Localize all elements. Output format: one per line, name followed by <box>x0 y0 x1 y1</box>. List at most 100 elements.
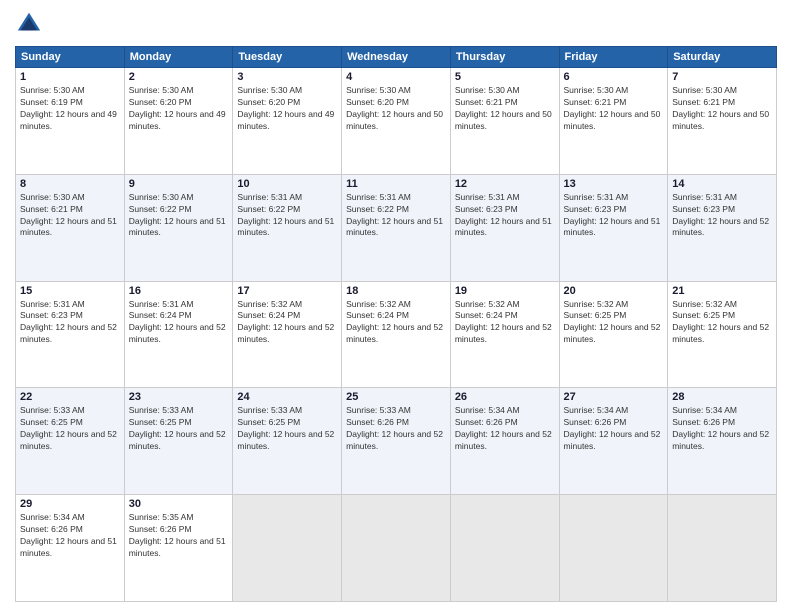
day-info: Sunrise: 5:34 AM Sunset: 6:26 PM Dayligh… <box>564 405 664 453</box>
calendar-day-cell: 27 Sunrise: 5:34 AM Sunset: 6:26 PM Dayl… <box>559 388 668 495</box>
calendar-day-cell: 6 Sunrise: 5:30 AM Sunset: 6:21 PM Dayli… <box>559 68 668 175</box>
calendar-day-cell: 9 Sunrise: 5:30 AM Sunset: 6:22 PM Dayli… <box>124 174 233 281</box>
day-info: Sunrise: 5:31 AM Sunset: 6:23 PM Dayligh… <box>20 299 120 347</box>
day-info: Sunrise: 5:35 AM Sunset: 6:26 PM Dayligh… <box>129 512 229 560</box>
day-info: Sunrise: 5:30 AM Sunset: 6:21 PM Dayligh… <box>564 85 664 133</box>
day-info: Sunrise: 5:33 AM Sunset: 6:26 PM Dayligh… <box>346 405 446 453</box>
calendar-day-cell: 2 Sunrise: 5:30 AM Sunset: 6:20 PM Dayli… <box>124 68 233 175</box>
calendar-day-cell: 1 Sunrise: 5:30 AM Sunset: 6:19 PM Dayli… <box>16 68 125 175</box>
calendar-day-cell <box>559 495 668 602</box>
calendar-week-row: 29 Sunrise: 5:34 AM Sunset: 6:26 PM Dayl… <box>16 495 777 602</box>
day-number: 24 <box>237 391 337 403</box>
calendar-day-cell: 22 Sunrise: 5:33 AM Sunset: 6:25 PM Dayl… <box>16 388 125 495</box>
calendar-day-cell <box>668 495 777 602</box>
calendar-day-cell: 5 Sunrise: 5:30 AM Sunset: 6:21 PM Dayli… <box>450 68 559 175</box>
day-number: 19 <box>455 285 555 297</box>
day-info: Sunrise: 5:30 AM Sunset: 6:21 PM Dayligh… <box>20 192 120 240</box>
day-info: Sunrise: 5:34 AM Sunset: 6:26 PM Dayligh… <box>20 512 120 560</box>
day-info: Sunrise: 5:31 AM Sunset: 6:22 PM Dayligh… <box>346 192 446 240</box>
day-info: Sunrise: 5:33 AM Sunset: 6:25 PM Dayligh… <box>237 405 337 453</box>
calendar-day-cell: 15 Sunrise: 5:31 AM Sunset: 6:23 PM Dayl… <box>16 281 125 388</box>
day-info: Sunrise: 5:32 AM Sunset: 6:25 PM Dayligh… <box>672 299 772 347</box>
day-info: Sunrise: 5:30 AM Sunset: 6:20 PM Dayligh… <box>129 85 229 133</box>
logo <box>15 10 47 38</box>
day-number: 25 <box>346 391 446 403</box>
header <box>15 10 777 38</box>
calendar-day-cell <box>342 495 451 602</box>
day-info: Sunrise: 5:33 AM Sunset: 6:25 PM Dayligh… <box>129 405 229 453</box>
day-number: 2 <box>129 71 229 83</box>
weekday-header: Friday <box>559 47 668 68</box>
day-number: 4 <box>346 71 446 83</box>
day-number: 7 <box>672 71 772 83</box>
day-info: Sunrise: 5:32 AM Sunset: 6:24 PM Dayligh… <box>237 299 337 347</box>
day-info: Sunrise: 5:30 AM Sunset: 6:22 PM Dayligh… <box>129 192 229 240</box>
weekday-header: Monday <box>124 47 233 68</box>
logo-icon <box>15 10 43 38</box>
day-number: 28 <box>672 391 772 403</box>
weekday-header: Saturday <box>668 47 777 68</box>
day-number: 16 <box>129 285 229 297</box>
day-number: 26 <box>455 391 555 403</box>
day-number: 6 <box>564 71 664 83</box>
calendar-header-row: SundayMondayTuesdayWednesdayThursdayFrid… <box>16 47 777 68</box>
calendar-day-cell: 23 Sunrise: 5:33 AM Sunset: 6:25 PM Dayl… <box>124 388 233 495</box>
day-info: Sunrise: 5:31 AM Sunset: 6:24 PM Dayligh… <box>129 299 229 347</box>
calendar-day-cell: 3 Sunrise: 5:30 AM Sunset: 6:20 PM Dayli… <box>233 68 342 175</box>
weekday-header: Wednesday <box>342 47 451 68</box>
day-info: Sunrise: 5:30 AM Sunset: 6:20 PM Dayligh… <box>346 85 446 133</box>
day-number: 30 <box>129 498 229 510</box>
weekday-header: Thursday <box>450 47 559 68</box>
day-number: 1 <box>20 71 120 83</box>
day-number: 22 <box>20 391 120 403</box>
calendar-day-cell: 17 Sunrise: 5:32 AM Sunset: 6:24 PM Dayl… <box>233 281 342 388</box>
calendar-day-cell: 26 Sunrise: 5:34 AM Sunset: 6:26 PM Dayl… <box>450 388 559 495</box>
calendar-week-row: 8 Sunrise: 5:30 AM Sunset: 6:21 PM Dayli… <box>16 174 777 281</box>
calendar-day-cell: 8 Sunrise: 5:30 AM Sunset: 6:21 PM Dayli… <box>16 174 125 281</box>
day-info: Sunrise: 5:34 AM Sunset: 6:26 PM Dayligh… <box>672 405 772 453</box>
calendar-day-cell: 12 Sunrise: 5:31 AM Sunset: 6:23 PM Dayl… <box>450 174 559 281</box>
day-number: 5 <box>455 71 555 83</box>
calendar-day-cell: 20 Sunrise: 5:32 AM Sunset: 6:25 PM Dayl… <box>559 281 668 388</box>
day-info: Sunrise: 5:32 AM Sunset: 6:25 PM Dayligh… <box>564 299 664 347</box>
day-info: Sunrise: 5:30 AM Sunset: 6:20 PM Dayligh… <box>237 85 337 133</box>
calendar-week-row: 1 Sunrise: 5:30 AM Sunset: 6:19 PM Dayli… <box>16 68 777 175</box>
day-info: Sunrise: 5:31 AM Sunset: 6:23 PM Dayligh… <box>672 192 772 240</box>
page: SundayMondayTuesdayWednesdayThursdayFrid… <box>0 0 792 612</box>
day-info: Sunrise: 5:31 AM Sunset: 6:22 PM Dayligh… <box>237 192 337 240</box>
day-number: 13 <box>564 178 664 190</box>
calendar-day-cell: 11 Sunrise: 5:31 AM Sunset: 6:22 PM Dayl… <box>342 174 451 281</box>
calendar-day-cell: 21 Sunrise: 5:32 AM Sunset: 6:25 PM Dayl… <box>668 281 777 388</box>
calendar-day-cell: 19 Sunrise: 5:32 AM Sunset: 6:24 PM Dayl… <box>450 281 559 388</box>
calendar-day-cell: 10 Sunrise: 5:31 AM Sunset: 6:22 PM Dayl… <box>233 174 342 281</box>
day-number: 14 <box>672 178 772 190</box>
day-number: 9 <box>129 178 229 190</box>
calendar-day-cell: 28 Sunrise: 5:34 AM Sunset: 6:26 PM Dayl… <box>668 388 777 495</box>
day-info: Sunrise: 5:31 AM Sunset: 6:23 PM Dayligh… <box>564 192 664 240</box>
calendar-day-cell: 30 Sunrise: 5:35 AM Sunset: 6:26 PM Dayl… <box>124 495 233 602</box>
day-number: 11 <box>346 178 446 190</box>
day-number: 17 <box>237 285 337 297</box>
day-number: 3 <box>237 71 337 83</box>
calendar-week-row: 15 Sunrise: 5:31 AM Sunset: 6:23 PM Dayl… <box>16 281 777 388</box>
day-info: Sunrise: 5:32 AM Sunset: 6:24 PM Dayligh… <box>346 299 446 347</box>
day-number: 21 <box>672 285 772 297</box>
calendar-day-cell: 14 Sunrise: 5:31 AM Sunset: 6:23 PM Dayl… <box>668 174 777 281</box>
day-number: 12 <box>455 178 555 190</box>
day-info: Sunrise: 5:32 AM Sunset: 6:24 PM Dayligh… <box>455 299 555 347</box>
day-number: 15 <box>20 285 120 297</box>
weekday-header: Tuesday <box>233 47 342 68</box>
calendar-day-cell: 7 Sunrise: 5:30 AM Sunset: 6:21 PM Dayli… <box>668 68 777 175</box>
calendar-day-cell <box>450 495 559 602</box>
calendar-table: SundayMondayTuesdayWednesdayThursdayFrid… <box>15 46 777 602</box>
calendar-week-row: 22 Sunrise: 5:33 AM Sunset: 6:25 PM Dayl… <box>16 388 777 495</box>
day-info: Sunrise: 5:34 AM Sunset: 6:26 PM Dayligh… <box>455 405 555 453</box>
day-info: Sunrise: 5:30 AM Sunset: 6:19 PM Dayligh… <box>20 85 120 133</box>
calendar-day-cell: 24 Sunrise: 5:33 AM Sunset: 6:25 PM Dayl… <box>233 388 342 495</box>
day-number: 29 <box>20 498 120 510</box>
calendar-day-cell: 4 Sunrise: 5:30 AM Sunset: 6:20 PM Dayli… <box>342 68 451 175</box>
day-number: 18 <box>346 285 446 297</box>
calendar-day-cell: 29 Sunrise: 5:34 AM Sunset: 6:26 PM Dayl… <box>16 495 125 602</box>
day-number: 8 <box>20 178 120 190</box>
calendar-day-cell: 18 Sunrise: 5:32 AM Sunset: 6:24 PM Dayl… <box>342 281 451 388</box>
